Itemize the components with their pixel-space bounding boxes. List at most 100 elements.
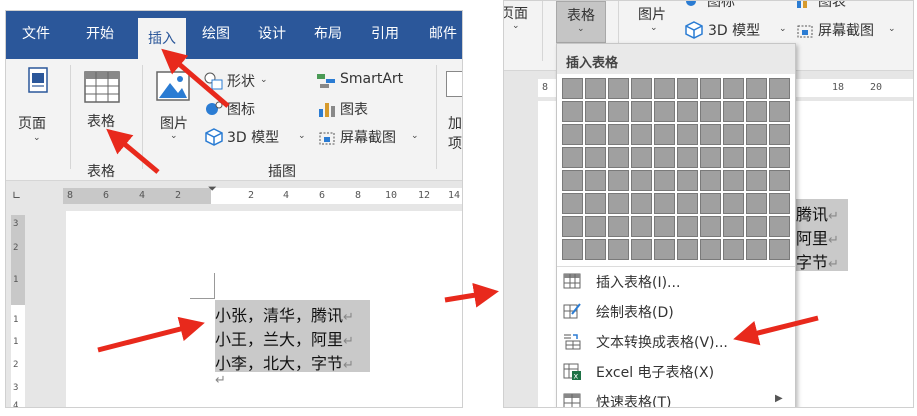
table-grid-cell[interactable] (654, 193, 675, 214)
table-grid-cell[interactable] (585, 147, 606, 168)
table-grid-cell[interactable] (700, 239, 721, 260)
chart-button[interactable]: 图表 (796, 1, 886, 11)
table-grid-cell[interactable] (562, 124, 583, 145)
table-grid-cell[interactable] (746, 216, 767, 237)
table-grid-cell[interactable] (654, 239, 675, 260)
table-grid-cell[interactable] (723, 78, 744, 99)
table-grid-cell[interactable] (654, 101, 675, 122)
table-grid-cell[interactable] (608, 239, 629, 260)
vertical-ruler[interactable]: 3 2 1 1 1 2 3 4 (6, 211, 28, 407)
table-grid-cell[interactable] (654, 216, 675, 237)
table-grid-cell[interactable] (562, 101, 583, 122)
table-grid-cell[interactable] (585, 124, 606, 145)
table-grid-cell[interactable] (746, 170, 767, 191)
menu-item-text-to-table[interactable]: 文本转换成表格(V)... (557, 327, 795, 355)
table-grid-cell[interactable] (562, 193, 583, 214)
addins-button[interactable]: 加 项 (444, 63, 462, 153)
pictures-button[interactable]: 图片 ⌄ (150, 63, 198, 143)
table-grid-cell[interactable] (677, 216, 698, 237)
menu-item-draw-table[interactable]: 绘制表格(D) (557, 297, 795, 325)
table-grid-cell[interactable] (700, 147, 721, 168)
tab-file[interactable]: 文件 (22, 23, 50, 43)
table-grid-cell[interactable] (608, 193, 629, 214)
table-grid-cell[interactable] (562, 170, 583, 191)
document-page[interactable]: 小张，清华，腾讯↵ 小王，兰大，阿里↵ 小李，北大，字节↵ ↵ (66, 211, 462, 407)
doc-line-2[interactable]: 小王，兰大，阿里↵ (215, 324, 370, 349)
table-grid-cell[interactable] (631, 147, 652, 168)
table-grid-cell[interactable] (631, 170, 652, 191)
3d-models-button[interactable]: 3D 模型 ⌄ (204, 127, 319, 149)
doc-fragment-1[interactable]: 腾讯↵ (796, 199, 848, 224)
shapes-button[interactable]: 形状 ⌄ (204, 71, 314, 93)
table-grid-cell[interactable] (654, 124, 675, 145)
smartart-button[interactable]: SmartArt (316, 71, 426, 93)
table-grid-cell[interactable] (723, 216, 744, 237)
table-grid-cell[interactable] (562, 216, 583, 237)
table-grid-cell[interactable] (631, 101, 652, 122)
table-grid-cell[interactable] (769, 170, 790, 191)
table-grid-cell[interactable] (746, 193, 767, 214)
tab-mailings[interactable]: 邮件 (429, 23, 457, 43)
screenshot-button[interactable]: 屏幕截图 ⌄ (316, 127, 426, 149)
icons-button[interactable]: 图标 (684, 1, 764, 11)
icons-button[interactable]: 图标 (204, 99, 314, 121)
table-grid-cell[interactable] (677, 193, 698, 214)
table-grid-cell[interactable] (700, 124, 721, 145)
doc-fragment-2[interactable]: 阿里↵ (796, 223, 848, 248)
pictures-button[interactable]: 图片 ⌄ (634, 1, 674, 41)
table-grid-cell[interactable] (769, 193, 790, 214)
doc-line-3[interactable]: 小李，北大，字节↵ (215, 348, 370, 373)
table-grid-cell[interactable] (769, 78, 790, 99)
tab-draw[interactable]: 绘图 (202, 23, 230, 43)
pages-button[interactable]: 页面 ⌄ (12, 63, 62, 143)
3d-models-button[interactable]: 3D 模型 ⌄ (684, 20, 794, 42)
table-grid-cell[interactable] (677, 147, 698, 168)
tab-stop-selector-icon[interactable]: ∟ (12, 189, 21, 202)
table-grid-cell[interactable] (769, 216, 790, 237)
table-grid-cell[interactable] (769, 239, 790, 260)
table-grid-cell[interactable] (608, 101, 629, 122)
table-grid-cell[interactable] (631, 78, 652, 99)
table-grid-cell[interactable] (562, 147, 583, 168)
table-grid-cell[interactable] (562, 239, 583, 260)
table-grid-cell[interactable] (608, 216, 629, 237)
horizontal-ruler[interactable]: 8 6 4 2 ⏷ 2 4 6 8 10 12 14 (63, 182, 462, 204)
chart-button[interactable]: 图表 (316, 99, 416, 121)
table-grid-cell[interactable] (585, 170, 606, 191)
doc-fragment-3[interactable]: 字节↵ (796, 247, 848, 272)
table-grid-cell[interactable] (723, 101, 744, 122)
table-grid-cell[interactable] (585, 193, 606, 214)
table-grid-cell[interactable] (677, 78, 698, 99)
table-grid-cell[interactable] (700, 216, 721, 237)
tab-insert[interactable]: 插入 (138, 18, 186, 59)
table-grid-cell[interactable] (654, 147, 675, 168)
table-grid-cell[interactable] (769, 124, 790, 145)
table-grid-cell[interactable] (700, 193, 721, 214)
table-grid-cell[interactable] (677, 239, 698, 260)
table-grid-cell[interactable] (654, 78, 675, 99)
screenshot-button[interactable]: 屏幕截图 ⌄ (796, 20, 911, 42)
table-grid-cell[interactable] (700, 170, 721, 191)
table-grid-cell[interactable] (769, 101, 790, 122)
table-grid-cell[interactable] (677, 170, 698, 191)
menu-item-insert-table[interactable]: 插入表格(I)... (557, 267, 795, 295)
doc-line-1[interactable]: 小张，清华，腾讯↵ (215, 300, 370, 325)
table-grid-cell[interactable] (700, 78, 721, 99)
menu-item-excel-spreadsheet[interactable]: x Excel 电子表格(X) (557, 357, 795, 385)
table-grid-cell[interactable] (585, 216, 606, 237)
table-grid-cell[interactable] (746, 101, 767, 122)
table-grid-cell[interactable] (608, 170, 629, 191)
tab-layout[interactable]: 布局 (314, 23, 342, 43)
tab-design[interactable]: 设计 (258, 23, 286, 43)
table-grid-cell[interactable] (677, 101, 698, 122)
tab-references[interactable]: 引用 (371, 23, 399, 43)
table-grid-cell[interactable] (746, 78, 767, 99)
table-grid-cell[interactable] (585, 239, 606, 260)
table-grid-cell[interactable] (631, 216, 652, 237)
table-size-grid[interactable] (562, 78, 790, 260)
table-grid-cell[interactable] (631, 124, 652, 145)
table-grid-cell[interactable] (723, 124, 744, 145)
table-button-active[interactable]: 表格 ⌄ (556, 1, 606, 43)
table-grid-cell[interactable] (723, 239, 744, 260)
table-grid-cell[interactable] (746, 239, 767, 260)
